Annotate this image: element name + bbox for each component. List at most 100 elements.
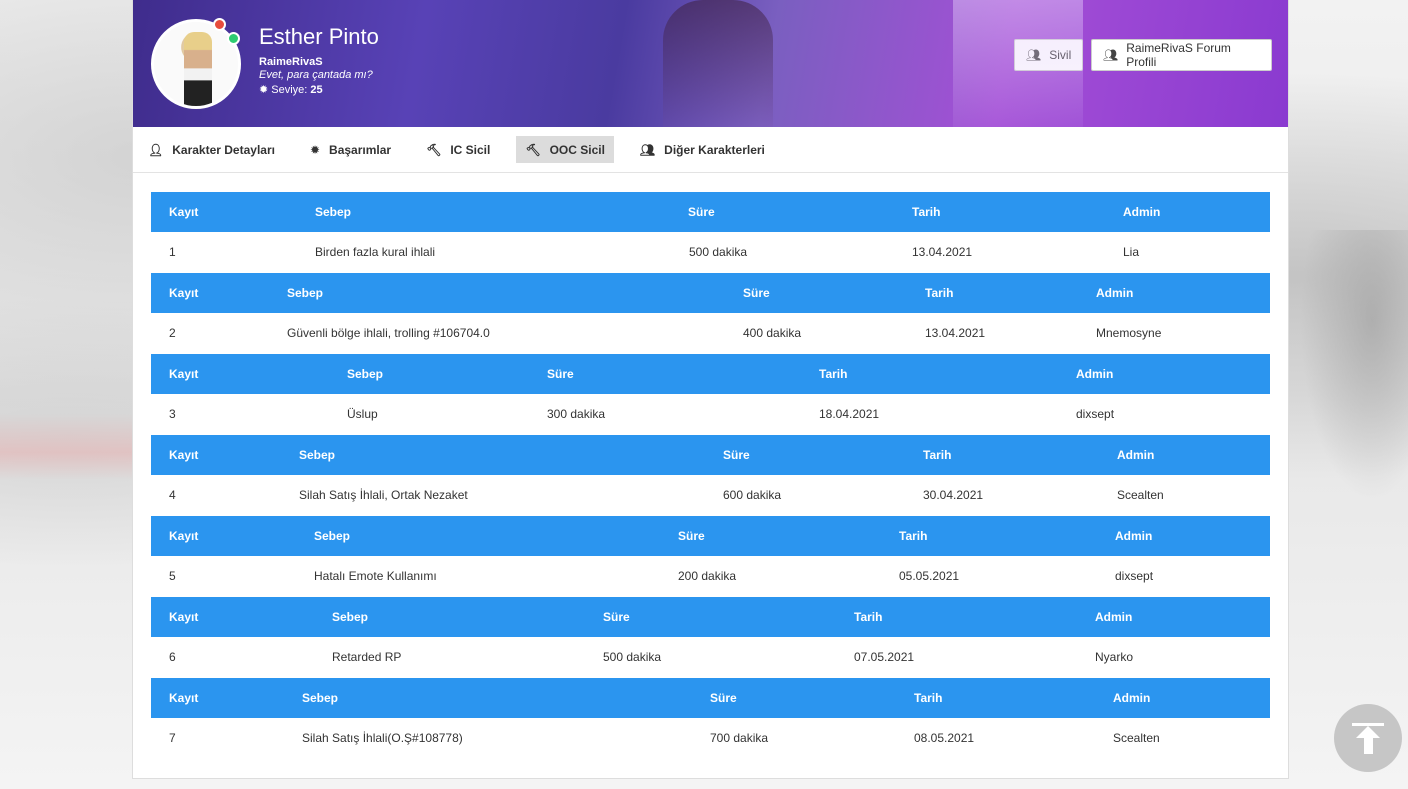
record-header: Kayıt Sebep Süre Tarih Admin bbox=[151, 354, 1270, 394]
header-admin: Admin bbox=[1123, 205, 1161, 219]
header-kayit: Kayıt bbox=[169, 205, 199, 219]
table-row: 3 Üslup 300 dakika 18.04.2021 dixsept bbox=[151, 394, 1270, 435]
cell-sure: 200 dakika bbox=[678, 569, 737, 583]
header-tarih: Tarih bbox=[912, 205, 941, 219]
table-row: 5 Hatalı Emote Kullanımı 200 dakika 05.0… bbox=[151, 556, 1270, 597]
record-header: Kayıt Sebep Süre Tarih Admin bbox=[151, 435, 1270, 475]
cell-admin: Mnemosyne bbox=[1096, 326, 1162, 340]
record-header: Kayıt Sebep Süre Tarih Admin bbox=[151, 516, 1270, 556]
character-quote: Evet, para çantada mı? bbox=[259, 69, 373, 81]
badge-icon: ✹ bbox=[309, 142, 321, 157]
header-sure: Süre bbox=[743, 286, 770, 300]
forum-profile-button-label: RaimeRivaS Forum Profili bbox=[1126, 41, 1231, 69]
header-tarih: Tarih bbox=[914, 691, 943, 705]
cell-sebep: Üslup bbox=[347, 407, 378, 421]
scroll-to-top-button[interactable] bbox=[1334, 704, 1402, 772]
cell-tarih: 13.04.2021 bbox=[912, 245, 973, 259]
header-sure: Süre bbox=[723, 448, 750, 462]
status-dot-green bbox=[227, 32, 240, 45]
cell-kayit: 5 bbox=[169, 569, 176, 583]
header-kayit: Kayıt bbox=[169, 691, 199, 705]
header-tarih: Tarih bbox=[923, 448, 952, 462]
header-kayit: Kayıt bbox=[169, 286, 199, 300]
table-row: 4 Silah Satış İhlali, Ortak Nezaket 600 … bbox=[151, 475, 1270, 516]
profile-tabs: 👤︎ Karakter Detayları ✹ Başarımlar 🔨︎ IC… bbox=[133, 127, 1288, 173]
users-icon: 👥︎ bbox=[1026, 48, 1042, 62]
cell-kayit: 6 bbox=[169, 650, 176, 664]
header-kayit: Kayıt bbox=[169, 610, 199, 624]
record-header: Kayıt Sebep Süre Tarih Admin bbox=[151, 273, 1270, 313]
header-sebep: Sebep bbox=[347, 367, 384, 381]
tab-ic-sicil[interactable]: 🔨︎ IC Sicil bbox=[417, 136, 499, 163]
cell-sure: 500 dakika bbox=[689, 245, 748, 259]
profile-panel: Esther Pinto RaimeRivaS Evet, para çanta… bbox=[132, 0, 1289, 779]
users-icon: 👥︎ bbox=[1103, 48, 1119, 62]
table-row: 1 Birden fazla kural ihlali 500 dakika 1… bbox=[151, 232, 1270, 273]
cell-sebep: Hatalı Emote Kullanımı bbox=[314, 569, 437, 583]
cell-kayit: 1 bbox=[169, 245, 176, 259]
cell-sure: 300 dakika bbox=[547, 407, 606, 421]
background-boat-illustration bbox=[0, 370, 132, 480]
cell-kayit: 4 bbox=[169, 488, 176, 502]
cell-sebep: Güvenli bölge ihlali, trolling #106704.0 bbox=[287, 326, 490, 340]
tab-label: Başarımlar bbox=[329, 142, 392, 157]
cell-kayit: 2 bbox=[169, 326, 176, 340]
header-admin: Admin bbox=[1113, 691, 1151, 705]
cell-sebep: Silah Satış İhlali, Ortak Nezaket bbox=[299, 488, 468, 502]
forum-profile-button[interactable]: 👥︎ RaimeRivaS Forum Profili bbox=[1091, 39, 1272, 71]
tab-label: IC Sicil bbox=[450, 142, 491, 157]
cell-kayit: 7 bbox=[169, 731, 176, 745]
users-icon: 👥︎ bbox=[639, 142, 656, 157]
cell-kayit: 3 bbox=[169, 407, 176, 421]
tab-diger-karakterleri[interactable]: 👥︎ Diğer Karakterleri bbox=[631, 136, 774, 163]
background-palm-illustration bbox=[1288, 230, 1408, 530]
cell-sure: 400 dakika bbox=[743, 326, 802, 340]
cell-tarih: 05.05.2021 bbox=[899, 569, 960, 583]
header-sebep: Sebep bbox=[299, 448, 336, 462]
header-sure: Süre bbox=[603, 610, 630, 624]
cell-sure: 700 dakika bbox=[710, 731, 769, 745]
record-header: Kayıt Sebep Süre Tarih Admin bbox=[151, 192, 1270, 232]
tab-label: Diğer Karakterleri bbox=[664, 142, 765, 157]
sivil-button[interactable]: 👥︎ Sivil bbox=[1014, 39, 1083, 71]
header-sure: Süre bbox=[678, 529, 705, 543]
cell-tarih: 30.04.2021 bbox=[923, 488, 984, 502]
cell-admin: Lia bbox=[1123, 245, 1140, 259]
tab-ooc-sicil[interactable]: 🔨︎ OOC Sicil bbox=[516, 136, 614, 163]
header-sebep: Sebep bbox=[314, 529, 351, 543]
header-admin: Admin bbox=[1096, 286, 1134, 300]
tab-basarimlar[interactable]: ✹ Başarımlar bbox=[301, 136, 400, 163]
level-label: Seviye: bbox=[271, 84, 308, 96]
header-sebep: Sebep bbox=[302, 691, 339, 705]
header-kayit: Kayıt bbox=[169, 529, 199, 543]
user-icon: 👤︎ bbox=[148, 142, 164, 157]
header-kayit: Kayıt bbox=[169, 367, 199, 381]
header-admin: Admin bbox=[1095, 610, 1133, 624]
cell-sebep: Birden fazla kural ihlali bbox=[315, 245, 436, 259]
table-row: 6 Retarded RP 500 dakika 07.05.2021 Nyar… bbox=[151, 637, 1270, 678]
character-figure bbox=[184, 32, 212, 106]
header-sure: Süre bbox=[710, 691, 737, 705]
cell-admin: Scealten bbox=[1113, 731, 1160, 745]
header-tarih: Tarih bbox=[899, 529, 928, 543]
cell-sebep: Silah Satış İhlali(O.Ş#108778) bbox=[302, 731, 463, 745]
header-sure: Süre bbox=[547, 367, 574, 381]
username: RaimeRivaS bbox=[259, 56, 323, 68]
cell-sure: 500 dakika bbox=[603, 650, 662, 664]
header-tarih: Tarih bbox=[925, 286, 954, 300]
header-kayit: Kayıt bbox=[169, 448, 199, 462]
cell-tarih: 07.05.2021 bbox=[854, 650, 915, 664]
header-admin: Admin bbox=[1117, 448, 1155, 462]
level-value: 25 bbox=[310, 84, 323, 96]
tab-karakter-detaylari[interactable]: 👤︎ Karakter Detayları bbox=[139, 136, 284, 163]
gavel-icon: 🔨︎ bbox=[426, 142, 442, 157]
cell-tarih: 08.05.2021 bbox=[914, 731, 975, 745]
header-sure: Süre bbox=[688, 205, 715, 219]
header-admin: Admin bbox=[1076, 367, 1114, 381]
table-row: 2 Güvenli bölge ihlali, trolling #106704… bbox=[151, 313, 1270, 354]
record-header: Kayıt Sebep Süre Tarih Admin bbox=[151, 597, 1270, 637]
record-header: Kayıt Sebep Süre Tarih Admin bbox=[151, 678, 1270, 718]
badge-icon: ✹ bbox=[259, 84, 269, 96]
cell-admin: dixsept bbox=[1115, 569, 1154, 583]
cell-admin: Scealten bbox=[1117, 488, 1164, 502]
